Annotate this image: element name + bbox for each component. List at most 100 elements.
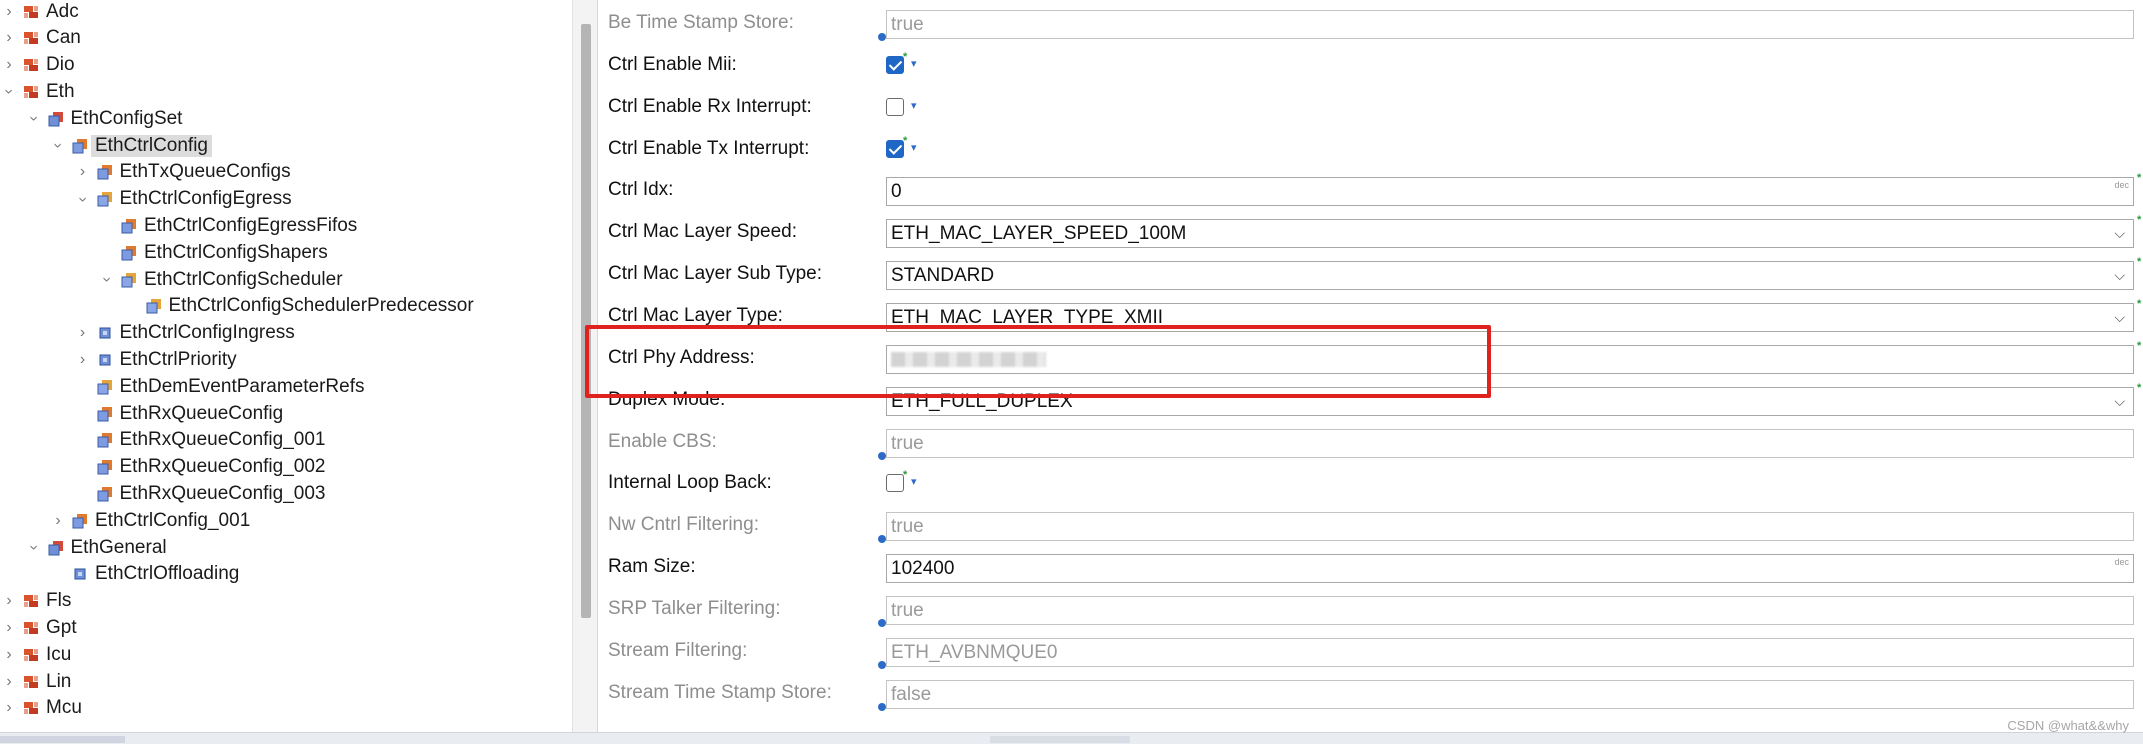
- tree-item[interactable]: › Adc: [1, 0, 78, 25]
- info-icon: [878, 660, 886, 669]
- tree-item-label: Lin: [46, 670, 72, 692]
- param-row-ram-size: Ram Size: 102400 dec: [598, 546, 2143, 588]
- expand-chevron-icon[interactable]: ›: [1, 52, 17, 79]
- tree-item[interactable]: › Eth: [1, 78, 75, 105]
- param-label: Ctrl Enable Mii:: [608, 53, 737, 75]
- param-value: true: [891, 516, 924, 538]
- tree-item[interactable]: EthCtrlConfigShapers: [99, 239, 328, 266]
- expand-chevron-icon[interactable]: ›: [50, 507, 66, 534]
- bottom-tab[interactable]: [0, 736, 125, 743]
- ctrl-mac-layer-speed-select[interactable]: ETH_MAC_LAYER_SPEED_100M ⌵: [886, 219, 2134, 249]
- expand-chevron-icon[interactable]: ›: [1, 695, 17, 722]
- tree-item[interactable]: › Gpt: [1, 614, 77, 641]
- expand-chevron-icon[interactable]: ›: [1, 641, 17, 668]
- tree-item[interactable]: EthRxQueueConfig_001: [75, 427, 325, 454]
- param-row-ctrl-enable-mii: Ctrl Enable Mii: * ▾: [598, 44, 2143, 86]
- tree-item[interactable]: › EthCtrlPriority: [75, 346, 237, 373]
- tree-item[interactable]: › EthTxQueueConfigs: [75, 159, 291, 186]
- collapse-chevron-icon[interactable]: ›: [0, 84, 23, 100]
- tree-item[interactable]: EthCtrlOffloading: [50, 561, 239, 588]
- tree-scrollbar-thumb[interactable]: [581, 24, 591, 618]
- tree-item-label: Gpt: [46, 616, 77, 638]
- required-marker-icon: *: [2137, 256, 2142, 269]
- param-label: Stream Filtering:: [608, 639, 748, 661]
- tree-item[interactable]: › EthCtrlConfigScheduler: [99, 266, 343, 293]
- tree-item[interactable]: › EthCtrlConfigIngress: [75, 320, 295, 347]
- tree-item-label: EthConfigSet: [70, 107, 183, 129]
- param-label: Ctrl Enable Rx Interrupt:: [608, 95, 812, 117]
- chevron-down-icon[interactable]: ⌵: [2114, 388, 2125, 415]
- chevron-down-icon[interactable]: ⌵: [2114, 262, 2125, 289]
- tree-item-label: EthRxQueueConfig_002: [119, 456, 326, 478]
- expand-chevron-icon[interactable]: ›: [1, 0, 17, 25]
- expand-chevron-icon[interactable]: ›: [1, 25, 17, 52]
- ctrl-idx-input[interactable]: 0 dec: [886, 177, 2134, 207]
- param-label: SRP Talker Filtering:: [608, 597, 781, 619]
- tree-item-label: Dio: [46, 54, 75, 76]
- tree-item[interactable]: EthDemEventParameterRefs: [75, 373, 365, 400]
- stream-time-stamp-store-input: false: [886, 679, 2134, 709]
- tree-item[interactable]: › Lin: [1, 668, 71, 695]
- ctrl-phy-address-input[interactable]: [886, 344, 2134, 374]
- ctrl-enable-mii-checkbox[interactable]: [886, 55, 904, 74]
- expand-chevron-icon[interactable]: ›: [75, 159, 91, 186]
- tree-item[interactable]: EthCtrlConfigSchedulerPredecessor: [124, 293, 474, 320]
- chevron-down-icon[interactable]: ⌵: [2114, 304, 2125, 331]
- tree-item[interactable]: EthRxQueueConfig_003: [75, 480, 325, 507]
- module-icon: [23, 30, 39, 46]
- expand-chevron-icon[interactable]: ›: [75, 320, 91, 347]
- tree-item-label: EthRxQueueConfig: [119, 402, 284, 424]
- ctrl-enable-tx-interrupt-checkbox[interactable]: [886, 139, 904, 158]
- expand-chevron-icon[interactable]: ›: [75, 346, 91, 373]
- collapse-chevron-icon[interactable]: ›: [69, 191, 96, 207]
- collapse-chevron-icon[interactable]: ›: [45, 138, 72, 154]
- expand-chevron-icon[interactable]: ›: [1, 588, 17, 615]
- tree-scrollbar[interactable]: [572, 0, 598, 732]
- collapse-chevron-icon[interactable]: ›: [94, 272, 121, 288]
- collapse-chevron-icon[interactable]: ›: [20, 111, 47, 127]
- unit-label: dec: [2114, 180, 2129, 191]
- collapse-chevron-icon[interactable]: ›: [20, 540, 47, 556]
- param-label: Enable CBS:: [608, 430, 717, 452]
- tree-item[interactable]: EthRxQueueConfig_002: [75, 454, 326, 481]
- required-marker-icon: *: [2137, 381, 2142, 394]
- checkbox-menu-arrow-icon[interactable]: ▾: [911, 99, 917, 112]
- tree-item[interactable]: › EthGeneral: [26, 534, 167, 561]
- tree-item-label: EthCtrlConfigIngress: [119, 322, 295, 344]
- tree-item-label: EthCtrlConfig: [91, 134, 212, 157]
- tree-item[interactable]: › Dio: [1, 52, 75, 79]
- chevron-down-icon[interactable]: ⌵: [2114, 220, 2125, 247]
- tree-item[interactable]: › EthConfigSet: [26, 105, 183, 132]
- param-value: true: [891, 599, 924, 621]
- required-marker-icon: *: [2137, 172, 2142, 185]
- tree-item[interactable]: › Can: [1, 25, 81, 52]
- ram-size-input[interactable]: 102400 dec: [886, 554, 2134, 584]
- checkbox-menu-arrow-icon[interactable]: ▾: [911, 57, 917, 70]
- container-list-icon: [72, 138, 88, 154]
- bottom-tab[interactable]: [990, 736, 1130, 743]
- tree-item[interactable]: › EthCtrlConfigEgress: [75, 186, 292, 213]
- ctrl-mac-layer-type-select[interactable]: ETH_MAC_LAYER_TYPE_XMII ⌵: [886, 302, 2134, 332]
- tree-item[interactable]: › Mcu: [1, 695, 82, 722]
- tree-item[interactable]: › EthCtrlConfig: [50, 132, 212, 159]
- param-label: Ctrl Idx:: [608, 179, 674, 201]
- duplex-mode-select[interactable]: ETH_FULL_DUPLEX ⌵: [886, 386, 2134, 416]
- checkbox-menu-arrow-icon[interactable]: ▾: [911, 141, 917, 154]
- expand-chevron-icon[interactable]: ›: [1, 668, 17, 695]
- info-icon: [878, 702, 886, 711]
- tree-item[interactable]: › EthCtrlConfig_001: [50, 507, 250, 534]
- checkbox-menu-arrow-icon[interactable]: ▾: [911, 475, 917, 488]
- tree-item[interactable]: EthRxQueueConfig: [75, 400, 284, 427]
- expand-chevron-icon[interactable]: ›: [1, 614, 17, 641]
- internal-loop-back-checkbox[interactable]: [886, 474, 904, 493]
- tree-item[interactable]: › Icu: [1, 641, 71, 668]
- ctrl-enable-rx-interrupt-checkbox[interactable]: [886, 97, 904, 116]
- param-row-ctrl-mac-layer-speed: Ctrl Mac Layer Speed: ETH_MAC_LAYER_SPEED…: [598, 211, 2143, 253]
- tree-item[interactable]: EthCtrlConfigEgressFifos: [99, 212, 357, 239]
- tree-item-label: EthTxQueueConfigs: [119, 161, 291, 183]
- tree-item[interactable]: › Fls: [1, 588, 71, 615]
- container-blue-icon: [97, 325, 113, 341]
- ctrl-mac-layer-sub-type-select[interactable]: STANDARD ⌵: [886, 261, 2134, 291]
